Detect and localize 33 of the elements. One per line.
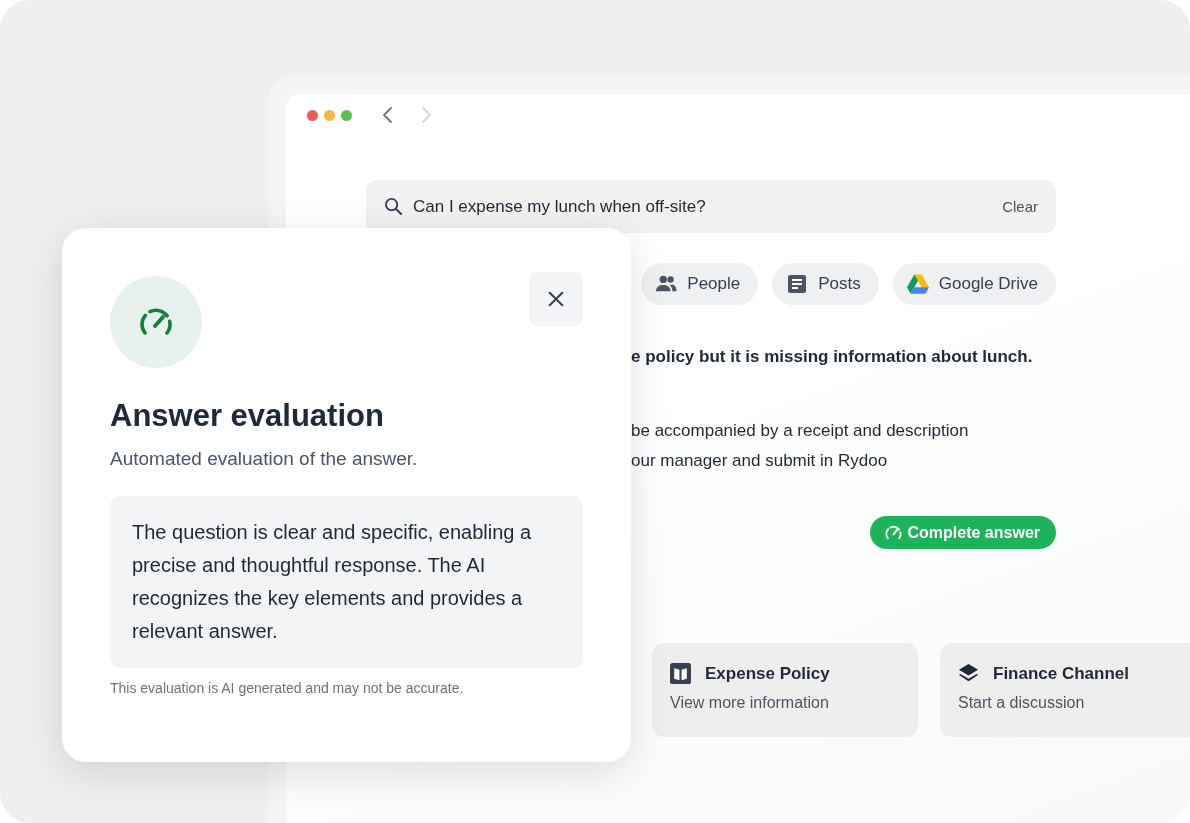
source-card[interactable]: Expense Policy View more information (652, 643, 918, 737)
document-icon (786, 274, 809, 294)
filter-chip[interactable]: People (641, 263, 759, 305)
people-icon (655, 274, 678, 294)
evaluation-text: The question is clear and specific, enabling a precise and thoughtful response. The AI recognizes the key elements and provides a relevant answer. (110, 496, 583, 668)
search-query: Can I expense my lunch when off-site? (413, 196, 707, 217)
answer-text: be accompanied by a receipt and description (631, 420, 970, 442)
card-subtitle: View more information (670, 694, 830, 712)
filter-chip[interactable]: Posts (772, 263, 879, 305)
close-window-dot[interactable] (307, 109, 318, 121)
triangle-logo-icon (906, 274, 929, 294)
book-icon (670, 663, 691, 684)
dialog-subtitle: Automated evaluation of the answer. (110, 448, 419, 470)
card-title: Finance Channel (993, 663, 1130, 684)
close-button[interactable] (529, 272, 583, 326)
layers-icon (958, 663, 979, 684)
status-badge: Complete answer (869, 516, 1056, 549)
answer-text: our manager and submit in Rydoo (631, 450, 889, 472)
disclaimer-text: This evaluation is AI generated and may not be accurate. (110, 680, 465, 696)
source-card[interactable]: Finance Channel Start a discussion (940, 643, 1190, 737)
search-field[interactable]: Can I expense my lunch when off-site? Clear (366, 180, 1056, 233)
card-subtitle: Start a discussion (958, 694, 1086, 712)
card-title: Expense Policy (705, 663, 830, 684)
gauge-icon (883, 523, 903, 542)
close-icon (547, 290, 565, 308)
minimize-window-dot[interactable] (324, 109, 335, 121)
dialog-title: Answer evaluation (110, 397, 385, 435)
search-icon (384, 197, 403, 216)
back-icon[interactable] (382, 106, 394, 124)
maximize-window-dot[interactable] (341, 109, 352, 121)
answer-summary: e policy but it is missing information about lunch. (631, 347, 1034, 367)
clear-button[interactable]: Clear (1002, 198, 1038, 215)
filter-chip[interactable]: Google Drive (892, 263, 1056, 305)
